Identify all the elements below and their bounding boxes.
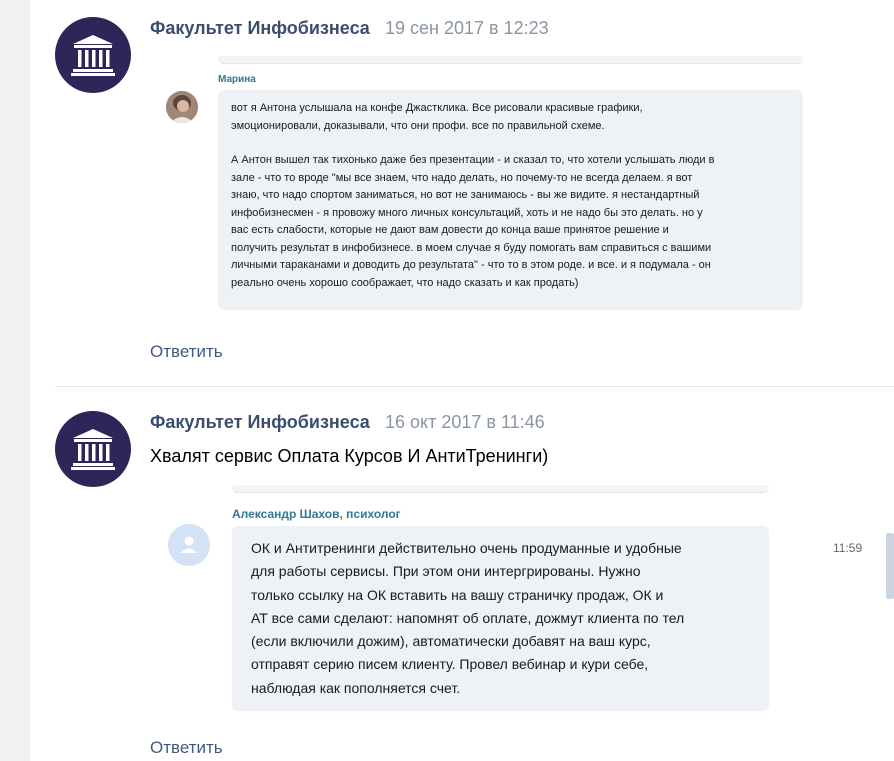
chat-sender-name: Марина: [218, 74, 256, 85]
chat-top-strip: [232, 485, 769, 493]
scrollbar-thumb[interactable]: [886, 533, 894, 599]
post-author[interactable]: Факультет Инфобизнеса: [150, 412, 370, 433]
chat-sender-name: Александр Шахов, психолог: [232, 507, 401, 521]
user-photo-icon: [166, 91, 198, 123]
sender-photo-avatar: [166, 91, 198, 123]
chat-message-bubble: вот я Антона услышала на конфе Джастклик…: [218, 90, 803, 310]
post-divider: [55, 386, 894, 387]
post-author[interactable]: Факультет Инфобизнеса: [150, 18, 370, 39]
post-text: Хвалят сервис Оплата Курсов И АнтиТренин…: [150, 446, 549, 466]
building-columns-icon: [71, 35, 115, 76]
reply-button[interactable]: Ответить: [150, 738, 223, 758]
chat-top-strip: [218, 56, 803, 64]
building-columns-icon: [71, 429, 115, 470]
post-date[interactable]: 19 сен 2017 в 12:23: [385, 18, 549, 39]
chat-message-paragraph: вот я Антона услышала на конфе Джастклик…: [231, 102, 643, 132]
default-user-avatar-icon: [168, 524, 210, 566]
community-avatar[interactable]: [55, 17, 131, 93]
post-date[interactable]: 16 окт 2017 в 11:46: [385, 412, 545, 433]
user-silhouette-icon: [168, 524, 210, 566]
chat-message-paragraph: А Антон вышел так тихонько даже без през…: [231, 154, 715, 289]
reply-button[interactable]: Ответить: [150, 342, 223, 362]
chat-message-bubble: ОК и Антитренинги действительно очень пр…: [232, 526, 769, 711]
community-avatar[interactable]: [55, 411, 131, 487]
page-left-edge: [0, 0, 30, 761]
chat-message-text: ОК и Антитренинги действительно очень пр…: [251, 540, 685, 696]
message-time: 11:59: [833, 541, 863, 555]
